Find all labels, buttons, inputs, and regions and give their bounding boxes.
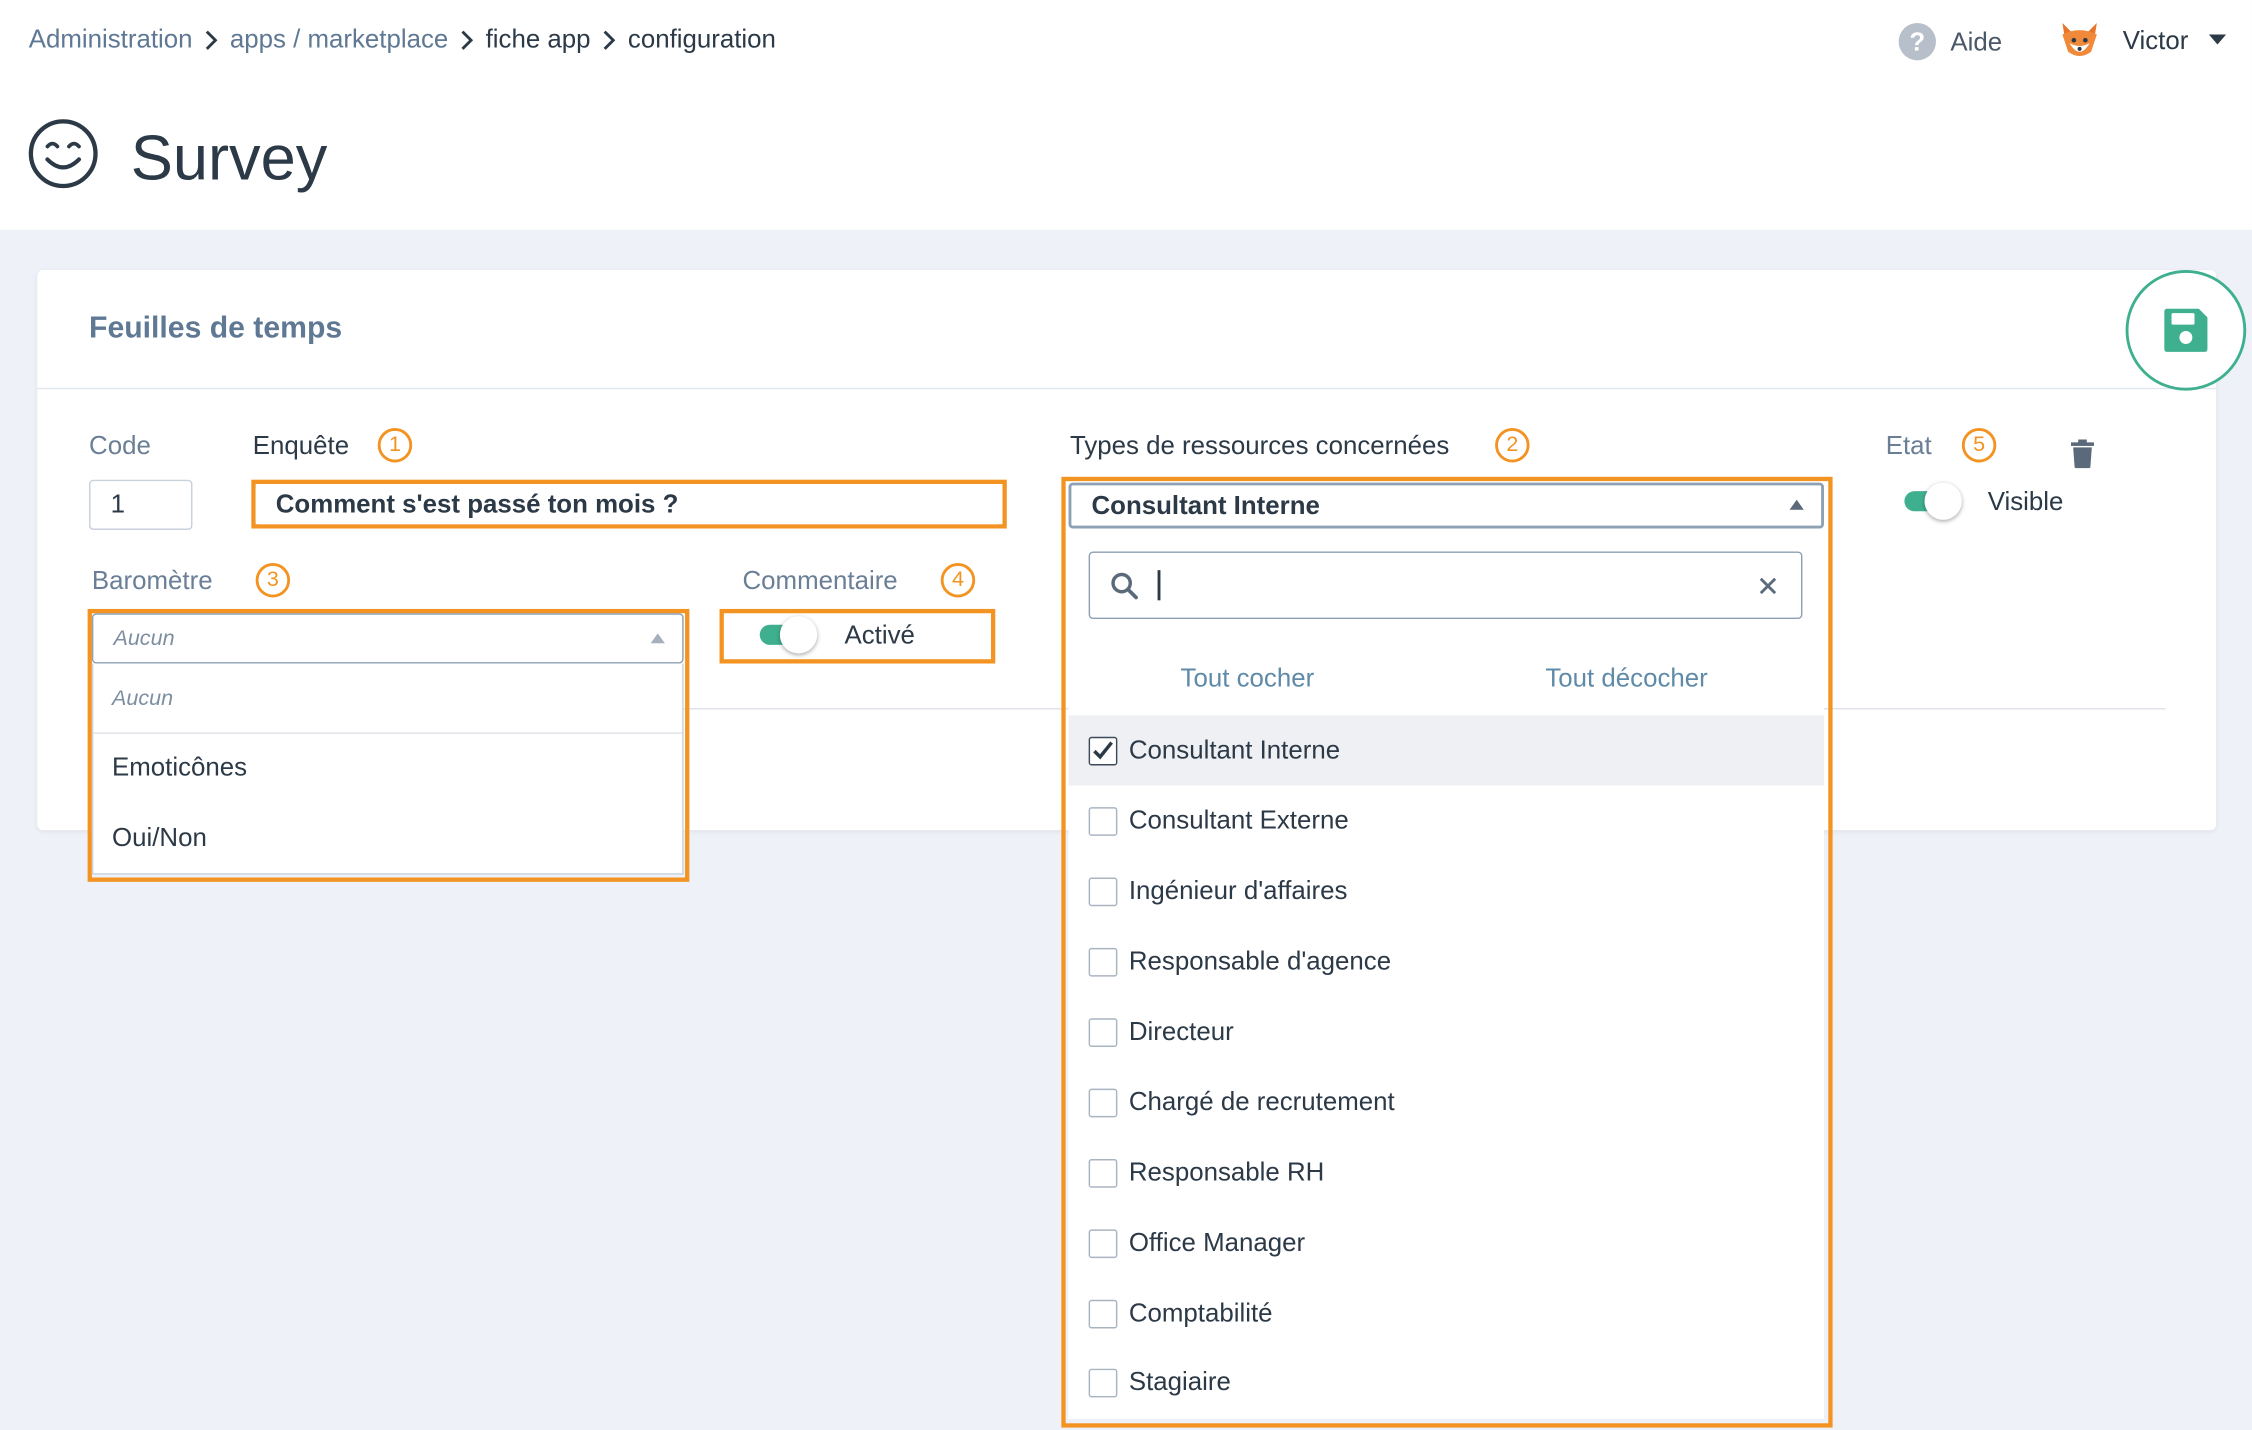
- commentaire-toggle-label: Activé: [844, 620, 915, 650]
- clear-icon[interactable]: [1759, 577, 1777, 595]
- trash-icon[interactable]: [2071, 439, 2094, 469]
- checkbox[interactable]: [1088, 1299, 1118, 1328]
- user-name: Victor: [2122, 25, 2189, 54]
- types-option-label: Responsable RH: [1128, 1157, 1325, 1187]
- barometre-select-value: Aucun: [113, 626, 175, 651]
- page-title: Survey: [130, 123, 328, 194]
- types-option-label: Office Manager: [1128, 1227, 1306, 1257]
- enquete-value: Comment s'est passé ton mois ?: [275, 489, 679, 518]
- checkbox[interactable]: [1088, 1087, 1118, 1117]
- barometre-option[interactable]: Emoticônes: [93, 753, 682, 783]
- barometre-label: Baromètre: [91, 565, 213, 595]
- barometre-option[interactable]: Aucun: [93, 687, 682, 711]
- checkmark-icon: [1093, 740, 1113, 759]
- breadcrumb: Administration apps / marketplace fiche …: [29, 24, 776, 54]
- search-icon: [1111, 572, 1138, 600]
- user-menu[interactable]: Victor: [2057, 17, 2226, 63]
- barometre-option[interactable]: Oui/Non: [93, 823, 682, 853]
- checkbox[interactable]: [1088, 876, 1118, 906]
- checkbox[interactable]: [1088, 1158, 1118, 1188]
- types-option-label: Ingénieur d'affaires: [1128, 876, 1348, 905]
- enquete-label: Enquête: [252, 430, 350, 460]
- toggle-knob: [779, 616, 818, 654]
- types-option-label: Consultant Externe: [1128, 805, 1349, 835]
- types-option-row[interactable]: Ingénieur d'affaires: [1069, 856, 1824, 926]
- annotation-badge-3: 3: [255, 562, 291, 598]
- help-link[interactable]: ? Aide: [1898, 22, 2003, 61]
- types-option-row[interactable]: Chargé de recrutement: [1069, 1067, 1824, 1137]
- barometre-dropdown: Aucun Emoticônes Oui/Non: [91, 663, 684, 875]
- fox-avatar-icon: [2062, 22, 2097, 57]
- types-dropdown-panel: Tout cocher Tout décocher Consultant Int…: [1068, 528, 1824, 1419]
- deselect-all-button[interactable]: Tout décocher: [1545, 664, 1707, 694]
- types-option-row[interactable]: Responsable d'agence: [1069, 926, 1824, 996]
- help-label: Aide: [1950, 26, 2003, 56]
- annotation-badge-1: 1: [377, 427, 413, 463]
- checkbox[interactable]: [1088, 947, 1118, 976]
- chevron-right-icon: [448, 24, 485, 54]
- card-header-divider: [37, 387, 2217, 390]
- types-option-row[interactable]: Stagiaire: [1069, 1347, 1824, 1417]
- types-option-label: Stagiaire: [1128, 1367, 1231, 1396]
- types-option-label: Directeur: [1128, 1016, 1234, 1046]
- annotation-badge-4: 4: [940, 562, 976, 598]
- types-option-row[interactable]: Directeur: [1069, 997, 1824, 1067]
- types-option-label: Responsable d'agence: [1128, 946, 1392, 976]
- types-option-label: Comptabilité: [1128, 1298, 1273, 1328]
- etat-toggle-label: Visible: [1987, 486, 2064, 516]
- types-option-label: Chargé de recrutement: [1128, 1087, 1395, 1116]
- code-label: Code: [89, 430, 151, 460]
- commentaire-label: Commentaire: [742, 565, 898, 595]
- save-icon: [2164, 308, 2208, 352]
- enquete-input[interactable]: Comment s'est passé ton mois ?: [255, 483, 1003, 525]
- checkbox-checked[interactable]: [1088, 736, 1118, 765]
- breadcrumb-apps-marketplace[interactable]: apps / marketplace: [230, 24, 448, 54]
- breadcrumb-configuration: configuration: [627, 24, 776, 54]
- etat-label: Etat: [1885, 430, 1932, 460]
- caret-up-icon: [1789, 499, 1804, 510]
- checkbox[interactable]: [1088, 1017, 1118, 1047]
- text-cursor: [1157, 570, 1161, 601]
- page-title-row: Survey: [27, 112, 327, 195]
- smiley-icon: [28, 119, 98, 189]
- caret-up-icon: [650, 632, 665, 643]
- select-all-button[interactable]: Tout cocher: [1181, 664, 1315, 694]
- caret-down-icon: [2208, 34, 2226, 45]
- types-select[interactable]: Consultant Interne: [1068, 482, 1824, 529]
- help-icon: ?: [1898, 22, 1936, 61]
- chevron-right-icon: [193, 24, 230, 54]
- types-option-label: Consultant Interne: [1128, 735, 1341, 765]
- annotation-badge-5: 5: [1961, 427, 1997, 463]
- annotation-badge-2: 2: [1495, 427, 1530, 463]
- types-option-row[interactable]: Office Manager: [1069, 1208, 1824, 1278]
- page-header: Administration apps / marketplace fiche …: [0, 0, 2252, 230]
- types-select-value: Consultant Interne: [1091, 490, 1320, 520]
- barometre-select[interactable]: Aucun: [91, 613, 684, 664]
- breadcrumb-administration[interactable]: Administration: [29, 24, 193, 54]
- toggle-knob: [1924, 482, 1962, 520]
- card-title: Feuilles de temps: [89, 311, 343, 345]
- dropdown-divider: [93, 732, 683, 734]
- breadcrumb-fiche-app[interactable]: fiche app: [486, 24, 591, 54]
- types-label: Types de ressources concernées: [1069, 430, 1450, 460]
- save-button[interactable]: [2125, 270, 2247, 391]
- code-input[interactable]: 1: [89, 479, 193, 530]
- types-option-row[interactable]: Consultant Interne: [1068, 715, 1824, 786]
- checkbox[interactable]: [1088, 1367, 1118, 1397]
- types-option-row[interactable]: Comptabilité: [1069, 1278, 1824, 1348]
- code-value: 1: [110, 489, 125, 519]
- commentaire-toggle[interactable]: [757, 616, 820, 654]
- etat-toggle[interactable]: [1902, 482, 1965, 520]
- checkbox[interactable]: [1088, 806, 1118, 836]
- types-search-input[interactable]: [1088, 551, 1803, 620]
- types-option-row[interactable]: Responsable RH: [1069, 1137, 1824, 1207]
- chevron-right-icon: [591, 24, 628, 54]
- types-option-row[interactable]: Consultant Externe: [1069, 786, 1824, 856]
- checkbox[interactable]: [1088, 1228, 1118, 1258]
